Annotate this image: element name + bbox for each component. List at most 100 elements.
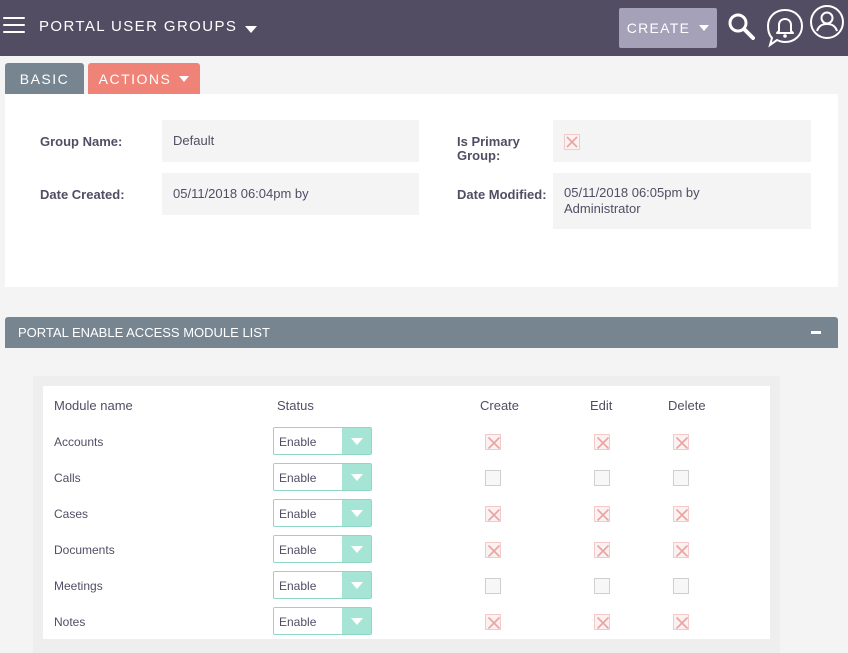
edit-checkbox[interactable] — [594, 470, 610, 486]
chevron-down-icon — [351, 618, 363, 625]
edit-checkbox[interactable] — [594, 434, 610, 450]
module-name-cell: Notes — [54, 615, 86, 629]
status-select-arrow-box — [342, 608, 371, 634]
create-button[interactable]: CREATE — [619, 8, 717, 48]
module-title-label: PORTAL USER GROUPS — [39, 18, 238, 35]
chevron-down-icon — [351, 438, 363, 445]
module-name-cell: Meetings — [54, 579, 103, 593]
date-modified-value: 05/11/2018 06:05pm by Administrator — [553, 173, 811, 229]
date-created-value: 05/11/2018 06:04pm by — [162, 173, 419, 215]
chevron-down-icon — [351, 474, 363, 481]
user-profile-icon[interactable] — [809, 4, 845, 40]
tab-basic[interactable]: BASIC — [5, 63, 84, 94]
status-select[interactable]: Enable — [273, 607, 372, 635]
is-primary-label-line2: Group: — [457, 148, 501, 163]
status-select-arrow-box — [342, 500, 371, 526]
status-select[interactable]: Enable — [273, 427, 372, 455]
checked-x-icon — [487, 544, 501, 558]
delete-checkbox[interactable] — [673, 614, 689, 630]
date-modified-text-line2: Administrator — [564, 201, 641, 216]
caret-down-icon — [179, 75, 190, 82]
checked-x-icon — [487, 508, 501, 522]
status-select-value: Enable — [279, 471, 317, 485]
checked-x-icon — [675, 436, 689, 450]
group-name-text: Default — [173, 133, 215, 148]
top-nav-bar: PORTAL USER GROUPS CREATE — [0, 0, 848, 56]
status-select[interactable]: Enable — [273, 463, 372, 491]
date-created-text: 05/11/2018 06:04pm by — [173, 186, 309, 201]
status-select[interactable]: Enable — [273, 535, 372, 563]
module-table — [43, 386, 770, 639]
caret-down-icon — [699, 25, 710, 31]
checked-x-icon — [675, 616, 689, 630]
status-select-arrow-box — [342, 428, 371, 454]
collapse-minus-icon[interactable] — [811, 331, 821, 334]
status-select-value: Enable — [279, 615, 317, 629]
date-modified-text-line1: 05/11/2018 06:05pm by — [564, 185, 700, 200]
checked-x-icon — [487, 616, 501, 630]
status-select[interactable]: Enable — [273, 571, 372, 599]
checked-x-icon — [566, 136, 578, 148]
edit-checkbox[interactable] — [594, 578, 610, 594]
module-menu-dropdown[interactable]: PORTAL USER GROUPS — [39, 18, 258, 35]
checked-x-icon — [675, 544, 689, 558]
caret-down-icon — [245, 26, 258, 33]
group-name-label: Group Name: — [40, 134, 123, 149]
module-name-cell: Accounts — [54, 435, 104, 449]
group-name-value: Default — [162, 120, 419, 162]
chevron-down-icon — [351, 546, 363, 553]
edit-checkbox[interactable] — [594, 506, 610, 522]
status-select-value: Enable — [279, 579, 317, 593]
status-select-arrow-box — [342, 536, 371, 562]
tab-actions-label: ACTIONS — [98, 70, 172, 87]
chevron-down-icon — [351, 582, 363, 589]
hamburger-menu-icon[interactable] — [3, 17, 25, 34]
is-primary-group-value — [553, 120, 811, 162]
checked-x-icon — [596, 544, 610, 558]
edit-checkbox[interactable] — [594, 614, 610, 630]
status-select[interactable]: Enable — [273, 499, 372, 527]
checked-x-icon — [596, 508, 610, 522]
column-header-delete: Delete — [668, 398, 706, 413]
status-select-value: Enable — [279, 507, 317, 521]
create-checkbox[interactable] — [485, 578, 501, 594]
status-select-arrow-box — [342, 464, 371, 490]
status-select-value: Enable — [279, 543, 317, 557]
tab-basic-label: BASIC — [19, 70, 70, 87]
chevron-down-icon — [351, 510, 363, 517]
status-select-arrow-box — [342, 572, 371, 598]
date-modified-label: Date Modified: — [457, 187, 547, 202]
date-created-label: Date Created: — [40, 187, 125, 202]
delete-checkbox[interactable] — [673, 542, 689, 558]
checked-x-icon — [596, 616, 610, 630]
create-checkbox[interactable] — [485, 614, 501, 630]
delete-checkbox[interactable] — [673, 578, 689, 594]
create-checkbox[interactable] — [485, 506, 501, 522]
column-header-edit: Edit — [590, 398, 613, 413]
checked-x-icon — [675, 508, 689, 522]
checked-x-icon — [487, 436, 501, 450]
delete-checkbox[interactable] — [673, 434, 689, 450]
module-name-cell: Documents — [54, 543, 115, 557]
checked-x-icon — [596, 436, 610, 450]
tab-actions-dropdown[interactable]: ACTIONS — [88, 63, 200, 94]
module-list-panel-header[interactable]: PORTAL ENABLE ACCESS MODULE LIST — [5, 317, 838, 348]
create-button-label: CREATE — [626, 20, 691, 36]
notifications-bell-icon[interactable] — [766, 8, 804, 48]
edit-checkbox[interactable] — [594, 542, 610, 558]
module-name-cell: Cases — [54, 507, 89, 521]
delete-checkbox[interactable] — [673, 506, 689, 522]
search-icon[interactable] — [727, 12, 755, 40]
create-checkbox[interactable] — [485, 470, 501, 486]
column-header-status: Status — [277, 398, 314, 413]
status-select-value: Enable — [279, 435, 317, 449]
module-name-cell: Calls — [54, 471, 81, 485]
column-header-module-name: Module name — [54, 398, 133, 413]
is-primary-group-label: Is Primary Group: — [457, 135, 520, 163]
create-checkbox[interactable] — [485, 434, 501, 450]
create-checkbox[interactable] — [485, 542, 501, 558]
is-primary-checkbox — [564, 134, 580, 150]
is-primary-label-line1: Is Primary — [457, 134, 520, 149]
column-header-create: Create — [480, 398, 520, 413]
delete-checkbox[interactable] — [673, 470, 689, 486]
